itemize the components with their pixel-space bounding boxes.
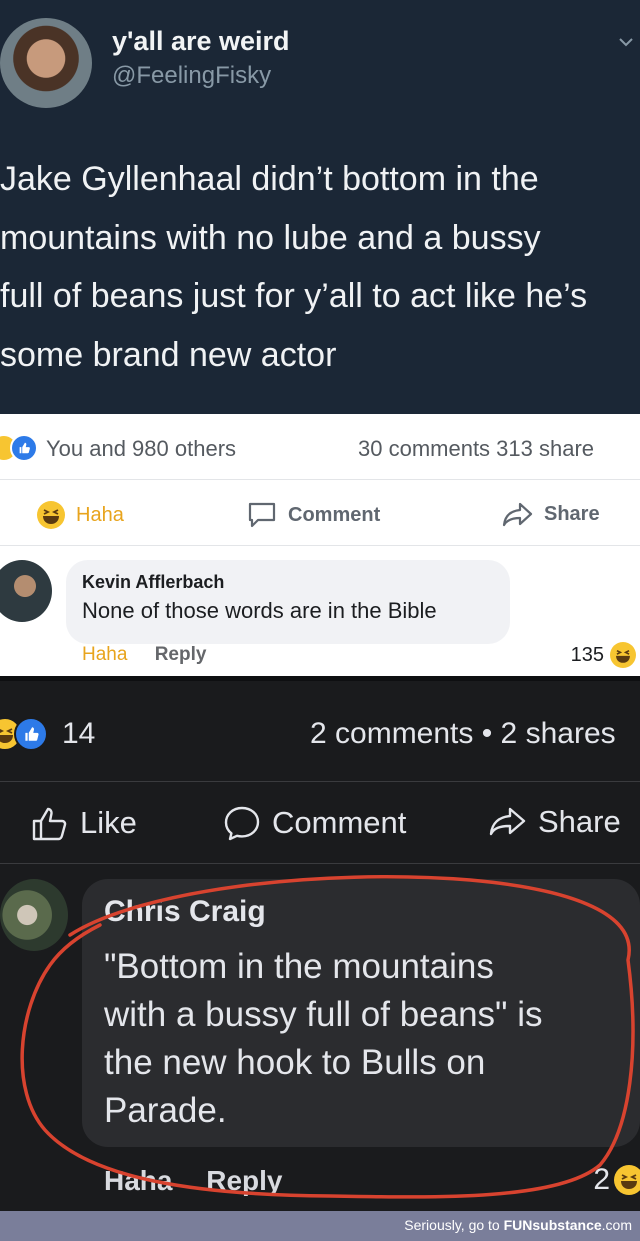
comment-share-counts[interactable]: 2 comments • 2 shares xyxy=(310,717,616,751)
share-icon xyxy=(502,500,534,528)
share-label: Share xyxy=(544,502,600,525)
comment-icon xyxy=(222,804,262,842)
comment-icon xyxy=(246,500,278,530)
comment-button[interactable]: Comment xyxy=(246,500,380,530)
comment-haha-link[interactable]: Haha xyxy=(104,1165,172,1196)
share-button[interactable]: Share xyxy=(488,804,621,840)
commenter-avatar[interactable] xyxy=(0,879,68,951)
facebook-post-light: You and 980 others 30 comments 313 share… xyxy=(0,414,640,676)
comment-author[interactable]: Chris Craig xyxy=(104,895,266,929)
chevron-down-icon[interactable] xyxy=(618,34,634,50)
comment-reaction-number: 2 xyxy=(593,1163,610,1196)
tweet-display-name[interactable]: y'all are weird xyxy=(112,26,290,57)
share-button[interactable]: Share xyxy=(502,500,600,528)
like-button[interactable]: Like xyxy=(30,804,137,842)
post-actions: Haha Comment Share xyxy=(0,480,640,546)
comment-button[interactable]: Comment xyxy=(222,804,406,842)
comment-actions: Haha Reply xyxy=(82,644,206,666)
like-label: Like xyxy=(80,805,137,840)
comment-text: "Bottom in the mountains with a bussy fu… xyxy=(104,947,543,1130)
comment-share-counts[interactable]: 30 comments 313 share xyxy=(358,436,594,462)
haha-reaction-icon xyxy=(614,1165,640,1195)
watermark-bar: Seriously, go to FUNsubstance.com xyxy=(0,1211,640,1241)
comment-text: None of those words are in the Bible xyxy=(82,598,437,623)
comment-reaction-number: 135 xyxy=(570,643,604,666)
haha-button[interactable]: Haha xyxy=(36,500,124,530)
post-stats: 14 2 comments • 2 shares xyxy=(0,681,640,781)
like-reaction-icon xyxy=(14,717,48,751)
haha-label: Haha xyxy=(76,503,124,526)
haha-emoji-icon xyxy=(36,500,66,530)
reactors-text[interactable]: You and 980 others xyxy=(46,436,236,462)
facebook-post-dark: 14 2 comments • 2 shares Like Comment Sh… xyxy=(0,681,640,1211)
comment-label: Comment xyxy=(288,503,381,526)
thumbs-up-icon xyxy=(30,804,70,842)
comment-author[interactable]: Kevin Afflerbach xyxy=(82,572,224,593)
divider xyxy=(0,863,640,864)
tweet-text: Jake Gyllenhaal didn’t bottom in the mou… xyxy=(0,160,588,374)
tweet-card: y'all are weird @FeelingFisky Jake Gylle… xyxy=(0,0,640,414)
tweet-avatar[interactable] xyxy=(0,18,92,108)
share-label: Share xyxy=(538,804,621,839)
commenter-avatar[interactable] xyxy=(0,560,52,622)
comment-label: Comment xyxy=(272,805,407,840)
watermark-text[interactable]: Seriously, go to FUNsubstance.com xyxy=(404,1217,632,1233)
post-stats: You and 980 others 30 comments 313 share xyxy=(0,414,640,480)
tweet-handle[interactable]: @FeelingFisky xyxy=(112,62,271,90)
comment-bubble: Kevin Afflerbach None of those words are… xyxy=(66,560,510,644)
like-reaction-icon xyxy=(10,434,38,462)
comment-reaction-count[interactable]: 135 xyxy=(571,642,636,668)
reaction-icons[interactable] xyxy=(0,434,38,462)
haha-reaction-icon xyxy=(610,642,636,668)
comment-bubble: Chris Craig "Bottom in the mountains wit… xyxy=(82,879,640,1147)
comment-reply-link[interactable]: Reply xyxy=(155,644,207,665)
comment-reaction-count[interactable]: 2 xyxy=(593,1163,640,1197)
comment-reply-link[interactable]: Reply xyxy=(206,1165,282,1196)
post-actions: Like Comment Share xyxy=(0,782,640,862)
comment-haha-link[interactable]: Haha xyxy=(82,644,127,665)
share-icon xyxy=(488,805,528,839)
reaction-icons[interactable] xyxy=(0,717,48,751)
reaction-count[interactable]: 14 xyxy=(62,717,95,751)
comment-actions: Haha Reply xyxy=(104,1165,283,1197)
